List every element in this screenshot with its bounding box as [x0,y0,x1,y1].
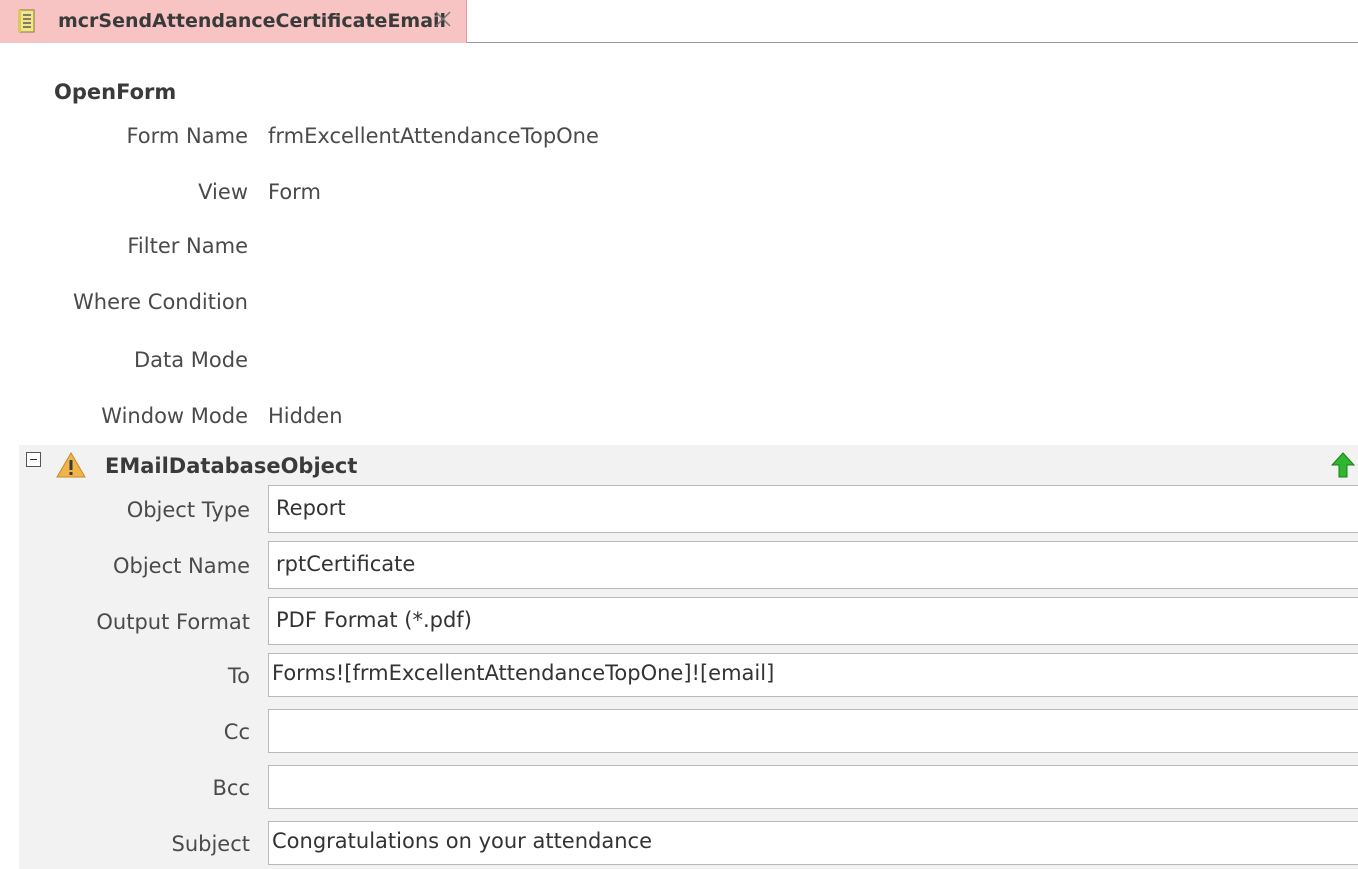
collapse-minus-icon[interactable] [26,452,41,467]
arg-label-to: To [227,664,250,688]
warning-icon [56,452,86,478]
arg-label-data-mode: Data Mode [133,348,248,372]
action-title-openform: OpenForm [54,80,177,104]
arg-label-filter-name: Filter Name [127,234,248,258]
macro-icon [17,9,37,33]
object-type-field[interactable]: Report [268,485,1358,533]
output-format-field[interactable]: PDF Format (*.pdf) [268,597,1358,645]
action-title-emaildatabaseobject: EMailDatabaseObject [105,454,358,478]
tab-title: mcrSendAttendanceCertificateEmail [58,10,447,32]
arg-label-bcc: Bcc [212,776,251,800]
move-up-arrow-icon[interactable] [1330,452,1356,478]
bcc-field[interactable] [268,765,1358,809]
arg-label-window-mode: Window Mode [101,404,248,428]
arg-label-object-type: Object Type [126,498,250,522]
arg-label-output-format: Output Format [96,610,250,634]
macro-document-tab[interactable]: mcrSendAttendanceCertificateEmail [0,0,467,43]
arg-value-form-name[interactable]: frmExcellentAttendanceTopOne [268,124,599,148]
arg-label-where-condition: Where Condition [73,290,248,314]
arg-label-object-name: Object Name [112,554,250,578]
to-field[interactable]: Forms![frmExcellentAttendanceTopOne]![em… [268,653,1358,697]
tab-bar-divider [467,42,1358,43]
object-name-field[interactable]: rptCertificate [268,541,1358,589]
cc-field[interactable] [268,709,1358,753]
close-icon[interactable] [433,9,453,29]
arg-value-window-mode[interactable]: Hidden [268,404,343,428]
arg-label-subject: Subject [171,832,250,856]
arg-label-view: View [198,180,248,204]
arg-label-form-name: Form Name [126,124,248,148]
document-tab-bar: mcrSendAttendanceCertificateEmail [0,0,1358,44]
subject-field[interactable]: Congratulations on your attendance [268,821,1358,865]
arg-value-view[interactable]: Form [268,180,321,204]
arg-label-cc: Cc [223,720,250,744]
